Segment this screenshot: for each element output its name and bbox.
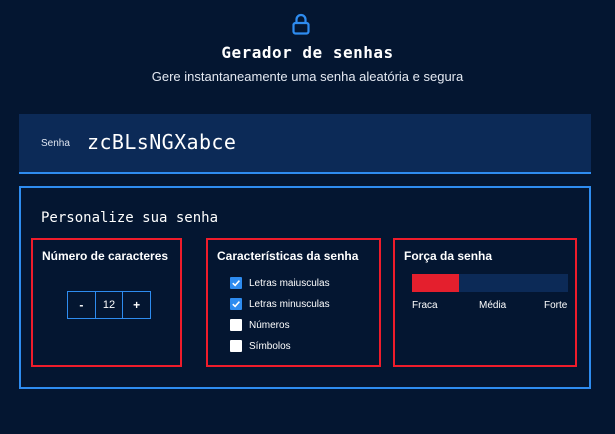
checkbox[interactable] <box>230 319 242 331</box>
length-title: Número de caracteres <box>42 249 169 263</box>
page-subtitle: Gere instantaneamente uma senha aleatóri… <box>151 69 464 84</box>
checkbox-checked[interactable] <box>230 277 242 289</box>
length-panel: Número de caracteres - 12 + <box>31 238 182 367</box>
password-value[interactable]: zcBLsNGXabce <box>87 130 236 154</box>
strength-meter-fill <box>412 274 459 292</box>
check-icon <box>232 301 240 308</box>
option-label: Símbolos <box>249 340 291 352</box>
strength-panel: Força da senha Fraca Média Forte <box>393 238 577 367</box>
strength-level-medium: Média <box>479 300 507 311</box>
strength-meter <box>412 274 568 292</box>
option-label: Letras minusculas <box>249 298 330 310</box>
characteristics-title: Características da senha <box>217 249 359 263</box>
password-label: Senha <box>41 138 70 149</box>
option-label: Números <box>249 319 290 331</box>
customize-section: Personalize sua senha Número de caracter… <box>19 186 591 389</box>
decrement-button[interactable]: - <box>68 292 95 318</box>
option-uppercase[interactable]: Letras maiusculas <box>230 277 330 289</box>
page-title: Gerador de senhas <box>221 43 394 62</box>
option-numbers[interactable]: Números <box>230 319 290 331</box>
strength-level-strong: Forte <box>544 300 568 311</box>
checkbox-checked[interactable] <box>230 298 242 310</box>
strength-level-weak: Fraca <box>412 300 438 311</box>
characteristics-panel: Características da senha Letras maiuscul… <box>206 238 381 367</box>
option-label: Letras maiusculas <box>249 277 330 289</box>
strength-title: Força da senha <box>404 249 493 263</box>
lock-icon <box>292 13 310 35</box>
customize-title: Personalize sua senha <box>41 210 219 226</box>
option-symbols[interactable]: Símbolos <box>230 340 291 352</box>
length-value[interactable]: 12 <box>94 292 123 318</box>
option-lowercase[interactable]: Letras minusculas <box>230 298 330 310</box>
length-stepper: - 12 + <box>67 291 151 319</box>
checkbox[interactable] <box>230 340 242 352</box>
password-display: Senha zcBLsNGXabce <box>19 114 591 174</box>
check-icon <box>232 280 240 287</box>
increment-button[interactable]: + <box>122 292 150 318</box>
